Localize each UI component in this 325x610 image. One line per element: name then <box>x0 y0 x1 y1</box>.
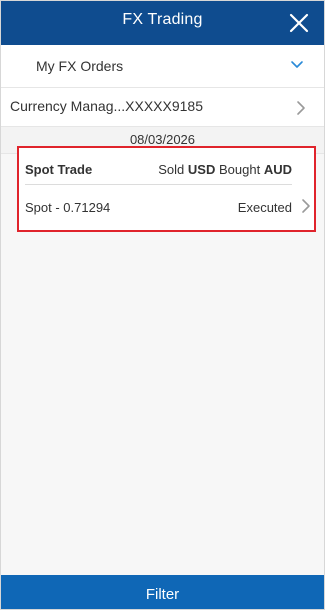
trade-order-card[interactable]: Spot Trade Sold USD Bought AUD Spot - 0.… <box>17 146 316 232</box>
orders-label: My FX Orders <box>36 58 124 74</box>
filter-label: Filter <box>145 586 180 603</box>
trade-divider <box>25 184 292 185</box>
page-title: FX Trading <box>122 11 203 28</box>
trade-type: Spot Trade <box>25 162 93 177</box>
trade-summary: Sold USD Bought AUD <box>158 162 292 177</box>
trade-header: Spot Trade Sold USD Bought AUD <box>25 162 292 177</box>
status-badge: Executed <box>237 200 292 215</box>
chevron-right-icon <box>302 199 310 213</box>
close-button[interactable] <box>284 8 314 38</box>
filter-button[interactable]: Filter <box>1 575 324 609</box>
sold-label: Sold <box>158 162 185 177</box>
trade-details: Spot - 0.71294 Executed <box>25 200 292 215</box>
account-selector[interactable]: Currency Manag...XXXXX9185 <box>1 88 324 127</box>
bought-label: Bought <box>219 162 261 177</box>
chevron-right-icon <box>297 101 305 115</box>
bought-currency: AUD <box>263 162 292 177</box>
sold-currency: USD <box>187 162 216 177</box>
chevron-down-icon <box>291 61 303 68</box>
orders-dropdown[interactable]: My FX Orders <box>1 45 324 88</box>
trade-rate: Spot - 0.71294 <box>25 200 111 215</box>
account-label: Currency Manag...XXXXX9185 <box>10 98 203 114</box>
close-icon <box>289 13 309 33</box>
header-bar: FX Trading <box>1 1 324 45</box>
order-date: 08/03/2026 <box>129 132 196 147</box>
app-frame: FX Trading My FX Orders Currency Manag..… <box>0 0 325 610</box>
